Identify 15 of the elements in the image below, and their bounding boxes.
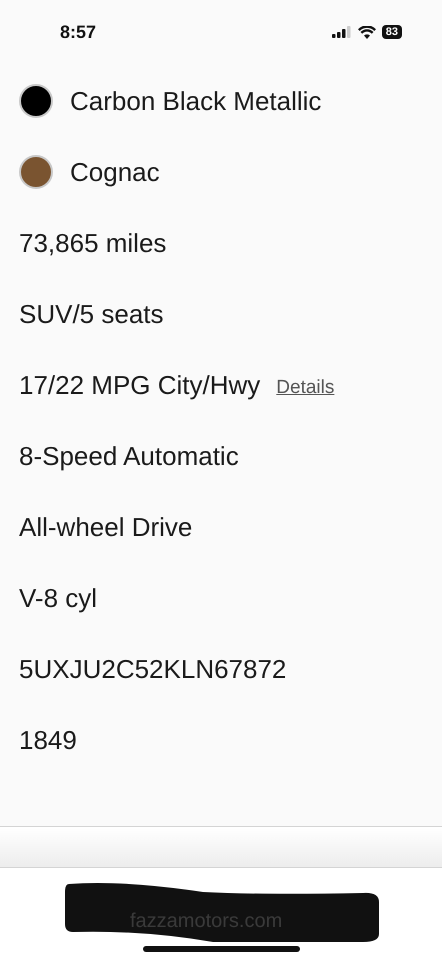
spec-text: 17/22 MPG City/Hwy bbox=[19, 368, 260, 402]
spec-text: 8-Speed Automatic bbox=[19, 440, 239, 472]
spec-text: 5UXJU2C52KLN67872 bbox=[19, 652, 286, 686]
status-time: 8:57 bbox=[60, 20, 96, 44]
spec-text: SUV/5 seats bbox=[19, 298, 164, 330]
spec-text: Carbon Black Metallic bbox=[70, 84, 322, 118]
spec-text: All-wheel Drive bbox=[19, 510, 192, 544]
details-link[interactable]: Details bbox=[276, 374, 334, 402]
battery-level: 83 bbox=[382, 25, 402, 39]
spec-text: 1849 bbox=[19, 724, 77, 756]
spec-text: V-8 cyl bbox=[19, 582, 98, 614]
spec-text: Cognac bbox=[70, 156, 160, 188]
wifi-icon bbox=[358, 26, 376, 38]
spec-text: 73,865 miles bbox=[19, 226, 166, 260]
signal-icon bbox=[332, 26, 352, 38]
